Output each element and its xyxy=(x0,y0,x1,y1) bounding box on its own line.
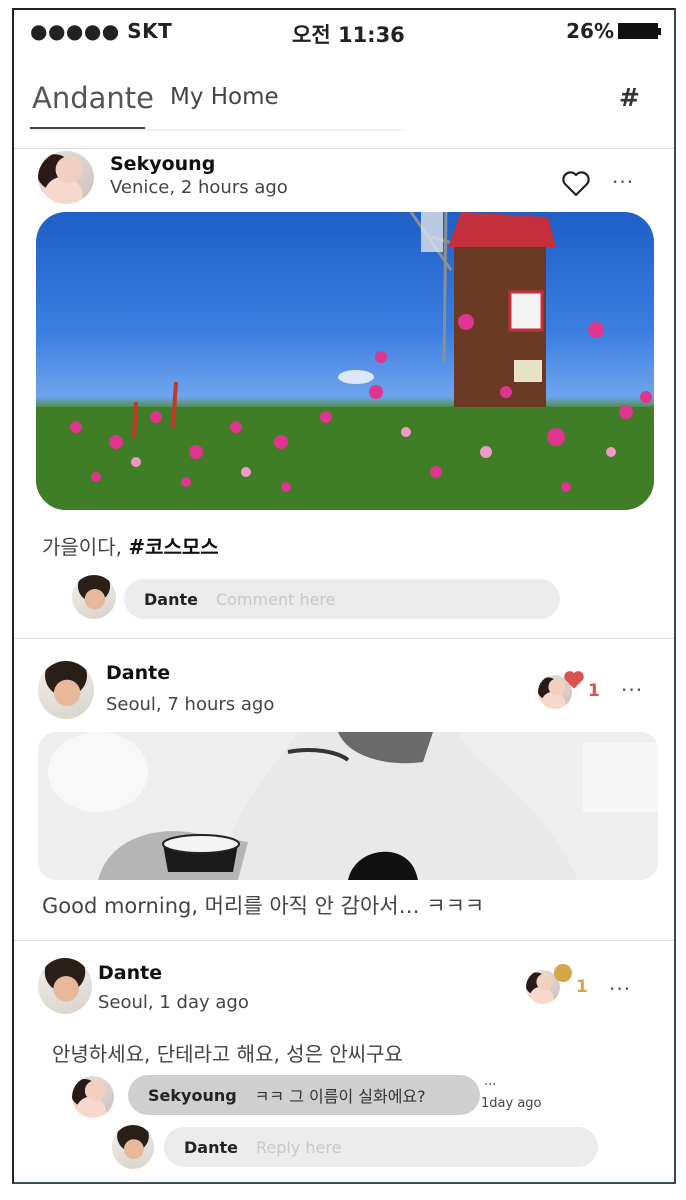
post-author[interactable]: Dante xyxy=(106,662,170,684)
header-divider xyxy=(14,148,674,149)
post-author[interactable]: Dante xyxy=(98,962,162,984)
tab-track xyxy=(30,129,404,131)
hashtag-link[interactable]: #코스모스 xyxy=(128,535,218,559)
commenter-avatar xyxy=(72,575,116,619)
comment-input[interactable] xyxy=(215,589,536,609)
reaction-badge-icon xyxy=(554,964,572,982)
reply-text: ㅋㅋ 그 이름이 실화에요? xyxy=(254,1087,426,1106)
tab-my-home[interactable]: My Home xyxy=(170,84,279,110)
app-title[interactable]: Andante xyxy=(32,81,154,115)
caption-text: 가을이다, xyxy=(42,535,129,559)
more-options-icon[interactable]: ··· xyxy=(612,170,634,194)
reply-more-icon[interactable]: ··· xyxy=(484,1078,496,1093)
app-frame: ●●●●● SKT 오전 11:36 26% Andante My Home #… xyxy=(12,8,676,1184)
carrier-label: ●●●●● SKT xyxy=(30,19,173,43)
avatar[interactable] xyxy=(38,958,92,1014)
replier-name: Dante xyxy=(184,1137,238,1157)
more-options-icon[interactable]: ··· xyxy=(621,678,643,702)
like-count: 1 xyxy=(576,977,588,997)
like-count: 1 xyxy=(588,681,600,701)
post-divider xyxy=(14,638,674,639)
reply-input[interactable] xyxy=(255,1137,576,1157)
post-author[interactable]: Sekyoung xyxy=(110,153,215,175)
status-bar: ●●●●● SKT 오전 11:36 26% xyxy=(14,10,674,52)
avatar[interactable] xyxy=(38,661,94,719)
photo-image xyxy=(38,732,658,880)
commenter-name: Dante xyxy=(144,589,198,609)
comment-input-box[interactable]: Dante xyxy=(124,579,560,619)
hashtag-button[interactable]: # xyxy=(619,83,640,112)
avatar[interactable] xyxy=(38,151,94,204)
post-photo[interactable] xyxy=(38,732,658,880)
more-options-icon[interactable]: ··· xyxy=(609,977,631,1001)
heart-icon[interactable] xyxy=(561,170,591,198)
battery-percent: 26% xyxy=(566,19,614,43)
post-meta: Seoul, 7 hours ago xyxy=(106,694,275,715)
post-caption: 안녕하세요, 단테라고 해요, 성은 안씨구요 xyxy=(52,1042,403,1066)
post-caption: Good morning, 머리를 아직 안 감아서… ㅋㅋㅋ xyxy=(42,894,485,918)
post-divider xyxy=(14,940,674,941)
post-caption: 가을이다, #코스모스 xyxy=(42,531,219,560)
battery-indicator: 26% xyxy=(566,19,661,43)
reply-author-avatar xyxy=(72,1076,114,1118)
reply-timestamp: 1day ago xyxy=(481,1096,542,1111)
photo-image xyxy=(36,212,654,510)
battery-icon xyxy=(618,23,661,39)
app-header: Andante My Home # xyxy=(14,65,674,145)
heart-icon xyxy=(564,671,584,689)
post-meta: Seoul, 1 day ago xyxy=(98,992,249,1013)
reply-input-box[interactable]: Dante xyxy=(164,1127,598,1167)
post-photo[interactable] xyxy=(36,212,654,510)
clock: 오전 11:36 xyxy=(292,23,405,47)
post-meta: Venice, 2 hours ago xyxy=(110,177,288,198)
replier-avatar xyxy=(112,1125,154,1169)
reply-bubble[interactable]: Sekyoung ㅋㅋ 그 이름이 실화에요? xyxy=(128,1075,480,1115)
reply-author-name: Sekyoung xyxy=(148,1085,237,1105)
